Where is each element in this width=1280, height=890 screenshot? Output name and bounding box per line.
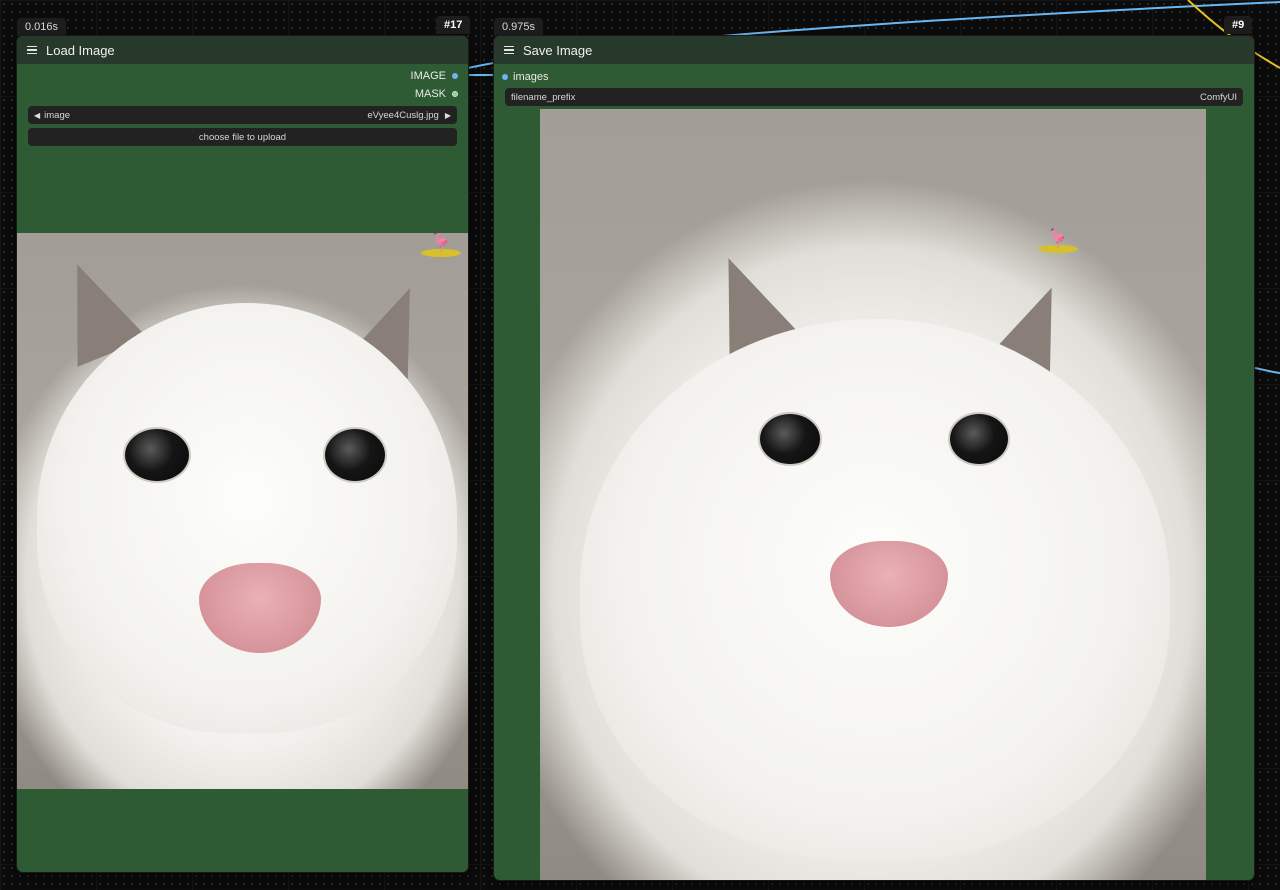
widget-label: filename_prefix — [511, 91, 576, 103]
node-title: Load Image — [46, 42, 115, 58]
output-mask-dot[interactable] — [452, 91, 458, 97]
sticker-icon: 🦩 — [1038, 229, 1078, 253]
image-preview: 🦩 — [17, 233, 468, 789]
node-header[interactable]: Load Image — [17, 36, 468, 64]
left-eye — [760, 414, 820, 464]
image-preview: 🦩 — [540, 109, 1206, 880]
upload-button[interactable]: choose file to upload — [28, 128, 457, 146]
output-image-label: IMAGE — [410, 70, 446, 82]
widget-value: ComfyUI — [1200, 91, 1237, 103]
input-images-slot[interactable]: images — [502, 69, 548, 85]
node-title: Save Image — [523, 42, 593, 58]
save-node-timing: 0.975s — [494, 18, 544, 36]
arrow-left-icon[interactable]: ◀ — [34, 111, 40, 120]
menu-icon[interactable] — [504, 45, 514, 55]
left-eye — [125, 429, 189, 481]
blue-link-right — [1254, 367, 1280, 374]
cat-head — [37, 303, 457, 733]
output-mask-label: MASK — [414, 88, 446, 100]
filename-prefix-widget[interactable]: filename_prefix ComfyUI — [505, 88, 1243, 106]
output-image-slot[interactable]: IMAGE — [411, 68, 458, 84]
output-image-dot[interactable] — [452, 73, 458, 79]
arrow-right-icon[interactable]: ▶ — [445, 111, 451, 120]
widget-value: eVyee4Cuslg.jpg — [367, 109, 439, 121]
input-images-label: images — [513, 71, 549, 83]
right-eye — [950, 414, 1008, 464]
image-combo-widget[interactable]: ◀ image eVyee4Cuslg.jpg ▶ — [28, 106, 457, 124]
load-image-node[interactable]: Load Image IMAGE MASK ◀ image eVyee4Cusl… — [17, 36, 468, 872]
load-node-timing: 0.016s — [17, 18, 67, 36]
save-image-node[interactable]: Save Image images filename_prefix ComfyU… — [494, 36, 1254, 880]
load-node-id: #17 — [436, 16, 471, 34]
input-images-dot[interactable] — [502, 74, 508, 80]
output-mask-slot[interactable]: MASK — [415, 86, 458, 102]
widget-label: image — [44, 109, 71, 121]
right-eye — [325, 429, 385, 481]
save-node-id: #9 — [1224, 16, 1253, 34]
sticker-icon: 🦩 — [421, 233, 461, 257]
node-header[interactable]: Save Image — [494, 36, 1254, 64]
menu-icon[interactable] — [27, 45, 37, 55]
